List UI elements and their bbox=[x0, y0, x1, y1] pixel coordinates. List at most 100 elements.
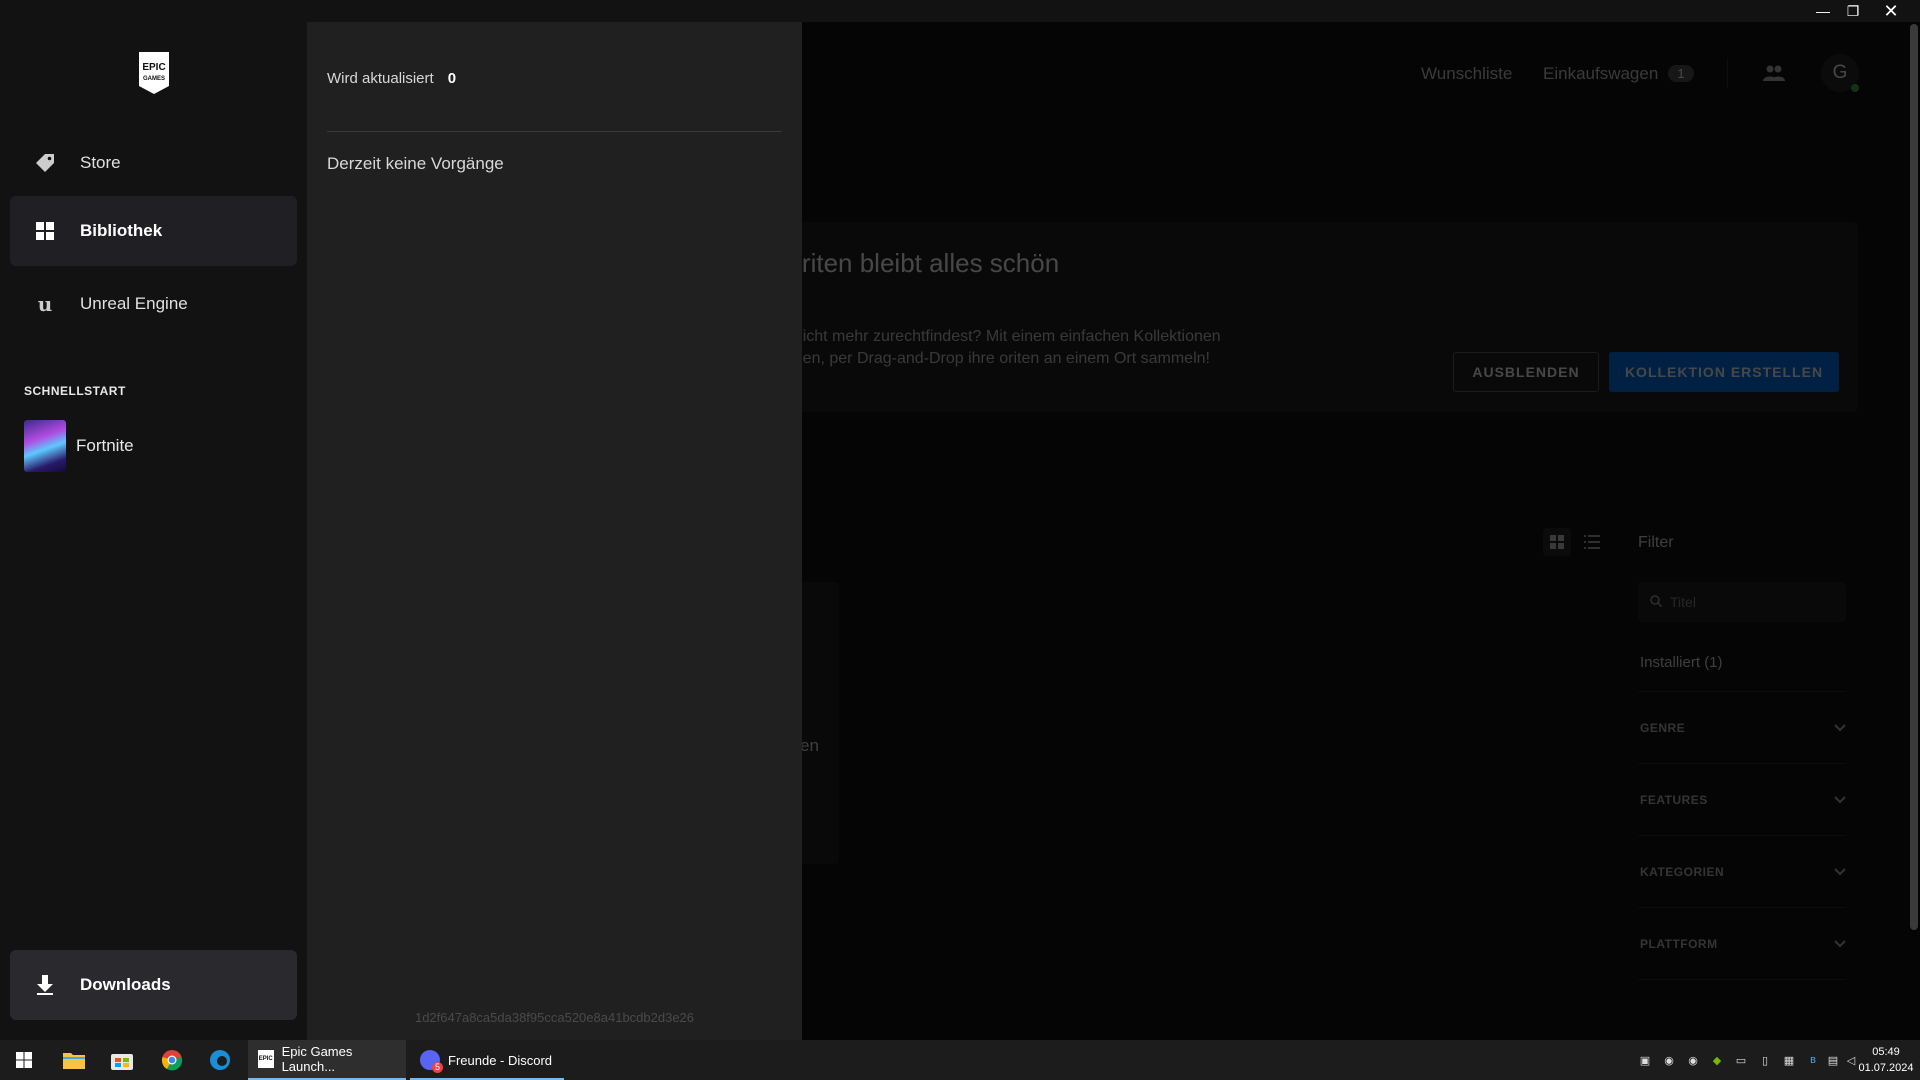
banner-text: dich nicht mehr zurechtfindest? Mit eine… bbox=[760, 328, 1221, 367]
discord-icon: 5 bbox=[420, 1050, 443, 1073]
main-scrollbar[interactable] bbox=[1910, 24, 1918, 930]
download-icon bbox=[34, 974, 56, 996]
svg-text:GAMES: GAMES bbox=[143, 76, 165, 82]
folder-icon bbox=[63, 1053, 85, 1069]
quickstart-heading: SCHNELLSTART bbox=[24, 384, 126, 398]
filter-genre[interactable]: GENRE bbox=[1638, 692, 1846, 764]
chevron-down-icon bbox=[1834, 719, 1846, 737]
discord-badge: 5 bbox=[431, 1062, 443, 1073]
empty-state-text: Derzeit keine Vorgänge bbox=[327, 154, 504, 173]
list-view-toggle[interactable] bbox=[1578, 528, 1606, 556]
store-bag-icon bbox=[111, 1054, 133, 1070]
cart-count-badge: 1 bbox=[1668, 65, 1694, 82]
filter-group-label: GENRE bbox=[1640, 720, 1686, 735]
user-avatar[interactable]: G bbox=[1821, 54, 1859, 92]
filter-categories[interactable]: KATEGORIEN bbox=[1638, 836, 1846, 908]
taskbar-app-label: Freunde - Discord bbox=[448, 1052, 553, 1068]
system-clock[interactable]: 05:49 01.07.2024 bbox=[1856, 1044, 1916, 1076]
collections-banner: avoriten bleibt alles schön dich nicht m… bbox=[740, 222, 1858, 412]
clock-date: 01.07.2024 bbox=[1858, 1062, 1914, 1074]
epic-games-icon: EPIC bbox=[258, 1050, 274, 1068]
downloads-panel: Wird aktualisiert 0 Derzeit keine Vorgän… bbox=[307, 22, 802, 1040]
taskbar-app-discord[interactable]: 5 Freunde - Discord bbox=[410, 1040, 564, 1080]
filter-installed[interactable]: Installiert (1) bbox=[1638, 634, 1846, 692]
installed-filter-label: Installiert (1) bbox=[1640, 654, 1723, 671]
sidebar-item-library[interactable]: Bibliothek bbox=[10, 196, 297, 266]
filter-group-label: FEATURES bbox=[1640, 792, 1708, 807]
edge-button[interactable] bbox=[198, 1040, 242, 1080]
cart-link[interactable]: Einkaufswagen 1 bbox=[1543, 64, 1694, 84]
online-status-dot bbox=[1851, 84, 1859, 92]
sidebar-item-store[interactable]: Store bbox=[10, 128, 297, 198]
downloads-label: Downloads bbox=[80, 975, 171, 994]
avatar-initial: G bbox=[1832, 62, 1848, 83]
svg-text:EPIC: EPIC bbox=[142, 62, 165, 73]
sidebar-item-label: Unreal Engine bbox=[80, 294, 188, 313]
fortnite-thumbnail bbox=[24, 420, 66, 472]
grid-view-icon bbox=[1550, 535, 1564, 549]
title-bar: — ❐ ✕ bbox=[0, 0, 1920, 22]
unreal-icon: u bbox=[37, 292, 53, 316]
create-collection-button[interactable]: KOLLEKTION ERSTELLEN bbox=[1609, 352, 1839, 392]
sidebar-item-unreal-engine[interactable]: u Unreal Engine bbox=[10, 269, 297, 339]
taskbar: EPIC Epic Games Launch... 5 Freunde - Di… bbox=[0, 1040, 1920, 1080]
maximize-button[interactable]: ❐ bbox=[1838, 0, 1868, 22]
grid-view-toggle[interactable] bbox=[1543, 528, 1571, 556]
filter-features[interactable]: FEATURES bbox=[1638, 764, 1846, 836]
chrome-button[interactable] bbox=[150, 1040, 194, 1080]
close-button[interactable]: ✕ bbox=[1876, 0, 1906, 22]
filter-group-label: KATEGORIEN bbox=[1640, 864, 1725, 879]
clock-time: 05:49 bbox=[1872, 1046, 1900, 1058]
hide-banner-button[interactable]: AUSBLENDEN bbox=[1453, 352, 1599, 392]
windows-icon bbox=[16, 1052, 32, 1068]
updating-count: 0 bbox=[447, 70, 457, 87]
header-divider bbox=[1727, 58, 1728, 88]
search-icon bbox=[1650, 594, 1663, 610]
tray-security-icon[interactable]: ▦ bbox=[1781, 1052, 1797, 1068]
sidebar: EPIC GAMES Store Bibliothek u Unreal Eng… bbox=[0, 22, 307, 1040]
taskbar-app-label: Epic Games Launch... bbox=[281, 1044, 353, 1074]
wishlist-link[interactable]: Wunschliste bbox=[1421, 64, 1512, 84]
search-input[interactable] bbox=[1670, 594, 1830, 610]
filter-group-label: PLATTFORM bbox=[1640, 936, 1718, 951]
file-explorer-button[interactable] bbox=[52, 1040, 96, 1080]
filter-heading: Filter bbox=[1638, 534, 1674, 551]
build-hash: 1d2f647a8ca5da38f95cca520e8a41bcdb2d3e26 bbox=[414, 1010, 695, 1025]
minimize-button[interactable]: — bbox=[1808, 0, 1838, 22]
quickstart-item-fortnite[interactable]: Fortnite bbox=[24, 420, 134, 472]
chevron-down-icon bbox=[1834, 935, 1846, 953]
edge-icon bbox=[210, 1050, 230, 1070]
chevron-down-icon bbox=[1834, 863, 1846, 881]
chrome-icon bbox=[161, 1050, 183, 1071]
friends-button[interactable] bbox=[1757, 56, 1791, 90]
epic-games-logo[interactable]: EPIC GAMES bbox=[137, 52, 171, 94]
cart-label: Einkaufswagen bbox=[1543, 64, 1659, 83]
sidebar-item-label: Bibliothek bbox=[80, 221, 163, 240]
downloads-button[interactable]: Downloads bbox=[10, 950, 297, 1020]
start-button[interactable] bbox=[2, 1040, 46, 1080]
tag-icon bbox=[34, 152, 56, 174]
banner-title: avoriten bleibt alles schön bbox=[760, 248, 1060, 278]
tray-epic-icon[interactable]: ▣ bbox=[1637, 1052, 1653, 1068]
game-card-label: en bbox=[800, 736, 819, 755]
updating-header: Wird aktualisiert 0 bbox=[327, 70, 456, 87]
tray-usb-icon[interactable]: ▯ bbox=[1757, 1052, 1773, 1068]
filter-platform[interactable]: PLATTFORM bbox=[1638, 908, 1846, 980]
library-search[interactable] bbox=[1638, 582, 1846, 622]
friends-icon bbox=[1763, 65, 1785, 81]
quickstart-label: Fortnite bbox=[76, 436, 134, 455]
panel-divider bbox=[327, 131, 782, 132]
grid-icon bbox=[34, 220, 56, 242]
chevron-down-icon bbox=[1834, 791, 1846, 809]
tray-nvidia-icon[interactable]: ◆ bbox=[1709, 1052, 1725, 1068]
tray-discord-2-icon[interactable]: ◉ bbox=[1685, 1052, 1701, 1068]
tray-display-icon[interactable]: ▭ bbox=[1733, 1052, 1749, 1068]
list-view-icon bbox=[1584, 535, 1600, 549]
sidebar-item-label: Store bbox=[80, 153, 121, 172]
taskbar-app-epic[interactable]: EPIC Epic Games Launch... bbox=[248, 1040, 406, 1080]
tray-discord-icon[interactable]: ◉ bbox=[1661, 1052, 1677, 1068]
tray-bluetooth-icon[interactable]: ʙ bbox=[1805, 1052, 1821, 1068]
updating-label: Wird aktualisiert bbox=[327, 70, 434, 87]
ms-store-button[interactable] bbox=[100, 1040, 144, 1080]
tray-network-icon[interactable]: ▤ bbox=[1825, 1052, 1841, 1068]
